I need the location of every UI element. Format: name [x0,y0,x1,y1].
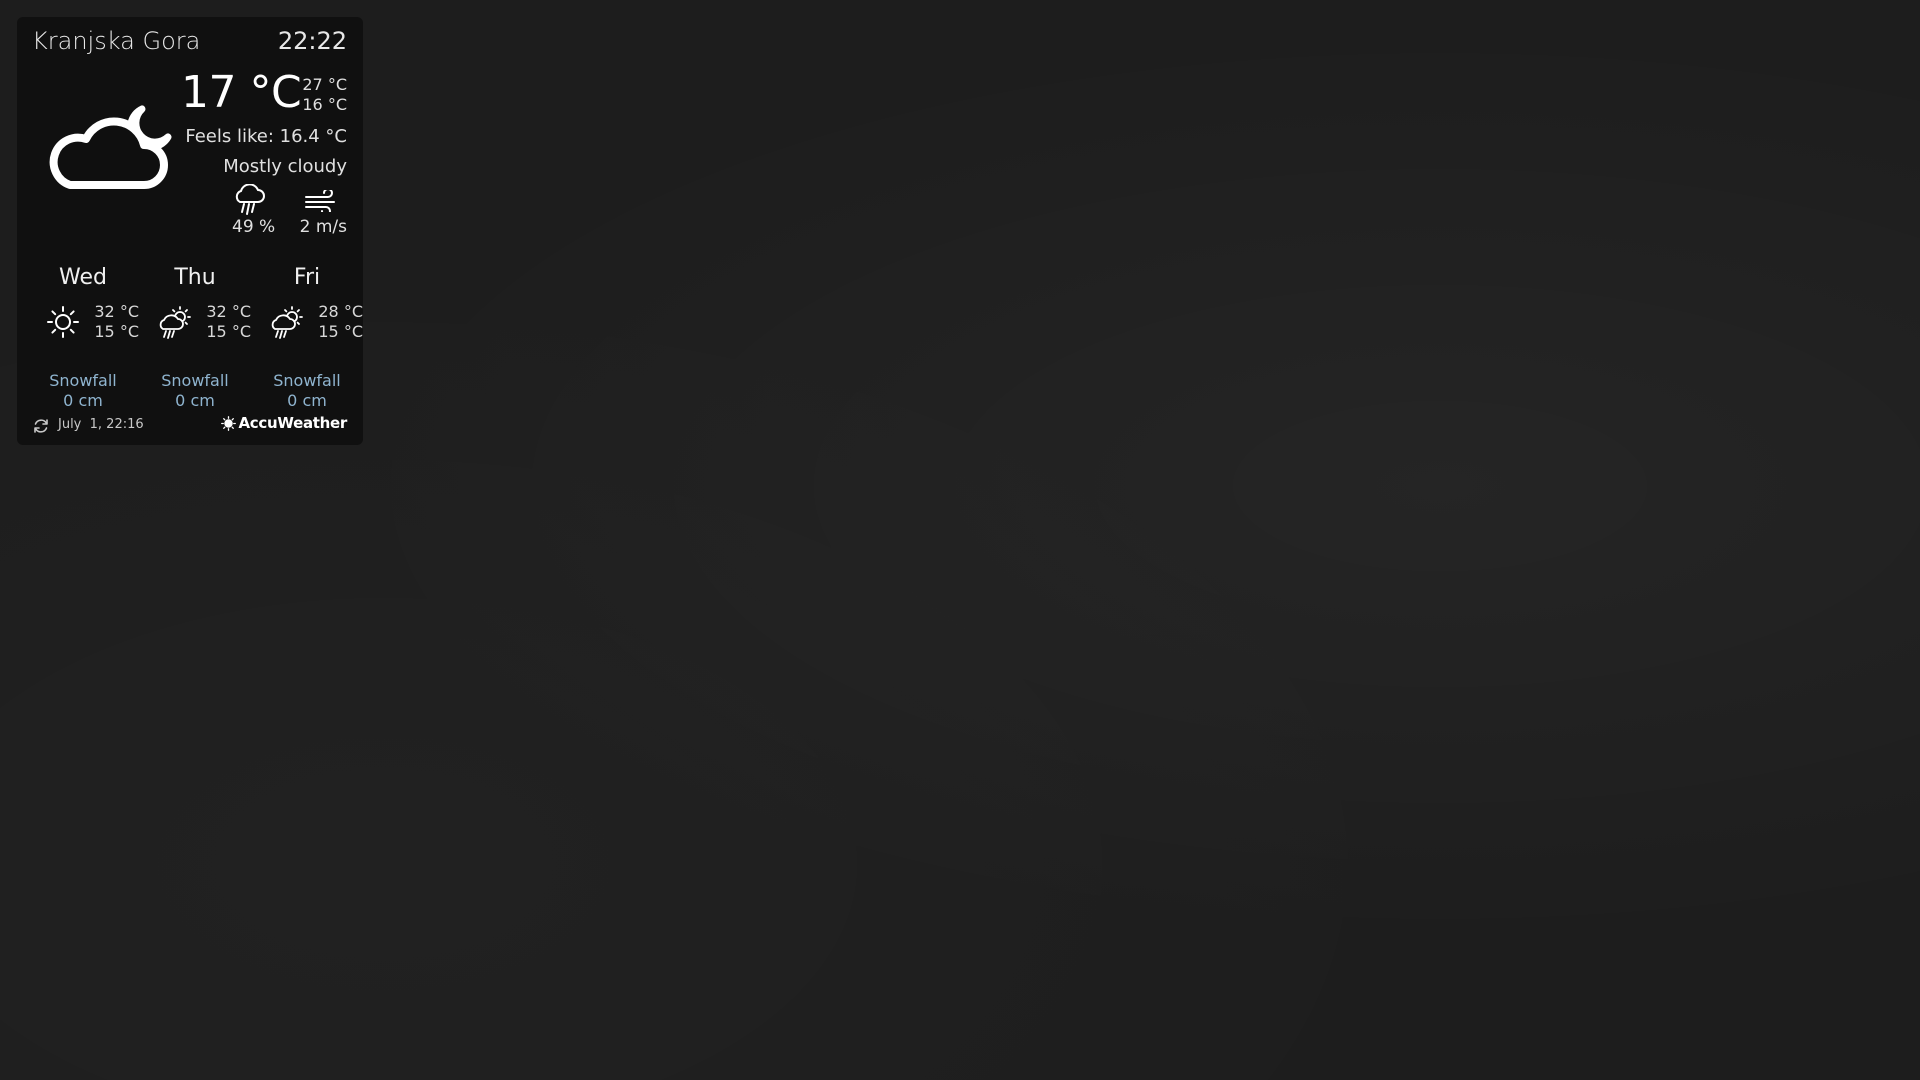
brand-name: AccuWeather [238,414,348,432]
current-high-low: 27 °C 16 °C [302,75,347,115]
cloud-moon-icon [49,105,172,189]
accuweather-logo[interactable]: AccuWeather [220,414,348,432]
forecast-temps: 32 °C 15 °C [94,302,139,342]
forecast-day-name: Thu [174,265,216,290]
forecast-snow-value: 0 cm [63,391,103,410]
precipitation-chance: 49 % [232,217,276,237]
forecast-day-name: Fri [293,265,321,290]
forecast-snow-value: 0 cm [175,391,215,410]
forecast-high: 32 °C [206,302,251,321]
forecast-low: 15 °C [206,322,251,341]
current-time: 22:22 [277,27,347,55]
forecast-high: 32 °C [94,302,139,321]
forecast-snow-label: Snowfall [273,371,341,390]
feels-like: Feels like: 16.4 °C [185,126,347,147]
refresh-icon[interactable] [32,417,50,435]
last-updated: July 1, 22:16 [58,417,144,432]
current-temperature: 17 °C [181,67,302,118]
forecast-low: 15 °C [94,322,139,341]
sun-cloud-rain-icon [271,306,303,339]
condition-text: Mostly cloudy [223,156,347,177]
cloud-rain-icon [235,184,265,215]
sun-cloud-rain-icon [159,306,191,339]
current-low: 16 °C [302,95,347,114]
wind-icon [305,190,335,212]
forecast-high: 28 °C [318,302,363,321]
forecast-temps: 28 °C 15 °C [318,302,363,342]
forecast-low: 15 °C [318,322,363,341]
forecast-snow-label: Snowfall [161,371,229,390]
weather-widget: Kranjska Gora 22:22 17 °C 27 °C 16 °C Fe… [17,17,363,445]
forecast-snow-label: Snowfall [49,371,117,390]
accuweather-sun-icon [220,415,236,431]
forecast-snow-value: 0 cm [287,391,327,410]
forecast-temps: 32 °C 15 °C [206,302,251,342]
forecast-day-name: Wed [59,265,107,290]
current-high: 27 °C [302,75,347,94]
location-name: Kranjska Gora [32,27,201,55]
wind-speed: 2 m/s [299,217,347,237]
sun-icon [47,306,79,338]
